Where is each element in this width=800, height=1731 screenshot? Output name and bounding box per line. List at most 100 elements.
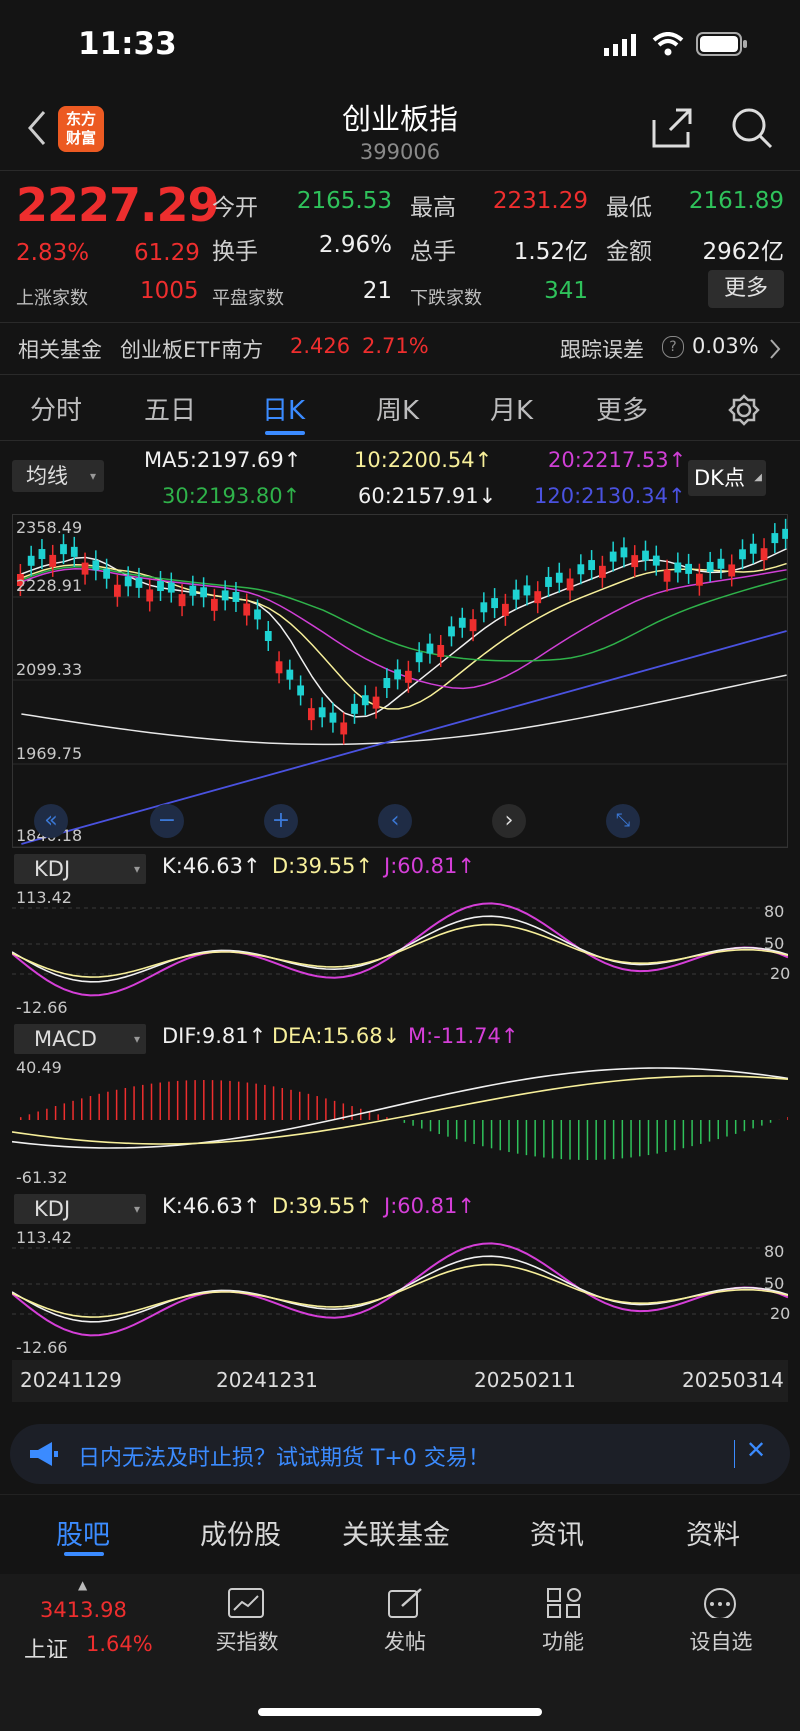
candle-body	[448, 626, 455, 637]
tab-five-day[interactable]: 五日	[144, 390, 196, 427]
grid-icon[interactable]	[546, 1588, 582, 1618]
settings-icon[interactable]	[728, 394, 760, 426]
index-name[interactable]: 上证	[24, 1632, 68, 1664]
candle-body	[555, 572, 563, 583]
candle-body	[491, 598, 498, 609]
expand-arrow-icon[interactable]: ▲	[78, 1578, 87, 1592]
tab-components[interactable]: 成份股	[200, 1513, 281, 1552]
indicator-selector-kdj-2[interactable]: KDJ ▾	[14, 1194, 146, 1224]
axis-price-1: 2358.49	[16, 518, 83, 537]
candle-body	[566, 578, 574, 591]
candle-body	[426, 643, 434, 654]
candlestick-chart[interactable]	[12, 514, 788, 848]
ma5-value: MA5:2197.69↑	[144, 448, 302, 472]
candle-body	[394, 669, 401, 680]
fund-price: 2.426	[290, 334, 351, 358]
ma120-value: 120:2130.34↑	[534, 484, 686, 508]
more-dots-icon[interactable]	[702, 1588, 738, 1618]
buy-index-icon[interactable]	[228, 1588, 264, 1618]
search-icon[interactable]	[730, 106, 774, 150]
tab-related-funds[interactable]: 关联基金	[342, 1513, 450, 1552]
candle-body	[27, 555, 35, 566]
index-pct[interactable]: 1.64%	[86, 1632, 153, 1656]
divider	[0, 440, 800, 441]
home-indicator	[258, 1708, 542, 1716]
candle-body	[415, 652, 423, 663]
candle-body	[38, 549, 46, 560]
candle-body	[264, 630, 272, 641]
high-value: 2231.29	[492, 188, 588, 214]
candle-body	[178, 594, 186, 607]
candle-body	[254, 609, 261, 620]
zoom-in-icon[interactable]: +	[264, 804, 298, 838]
tab-weekly-k[interactable]: 周K	[376, 390, 419, 427]
index-value[interactable]: 3413.98	[40, 1598, 127, 1622]
ad-text[interactable]: 日内无法及时止损？试试期货 T+0 交易！	[78, 1440, 490, 1472]
date-axis	[12, 1360, 788, 1402]
compose-icon[interactable]	[388, 1588, 424, 1618]
candle-body	[92, 560, 100, 571]
divider	[734, 1440, 735, 1468]
date-label-3: 20250211	[474, 1368, 576, 1392]
chevron-right-icon[interactable]	[768, 338, 782, 360]
tab-guba[interactable]: 股吧	[56, 1513, 110, 1552]
help-icon[interactable]: ?	[662, 336, 684, 358]
candle-body	[512, 589, 520, 600]
zoom-out-icon[interactable]: −	[150, 804, 184, 838]
kdj-j: J:60.81↑	[384, 854, 475, 878]
track-error-label: 跟踪误差	[560, 338, 644, 362]
kdj-50: 50	[764, 934, 785, 953]
nav-buy-index[interactable]: 买指数	[202, 1626, 292, 1656]
macd-chart	[12, 1067, 788, 1160]
tab-profile[interactable]: 资料	[686, 1513, 740, 1552]
nav-add-watchlist[interactable]: 设自选	[676, 1626, 766, 1656]
tab-daily-k[interactable]: 日K	[262, 390, 305, 427]
candle-body	[728, 564, 736, 577]
nav-post[interactable]: 发帖	[360, 1626, 450, 1656]
kdj2-k: K:46.63↑	[162, 1194, 261, 1218]
tab-more[interactable]: 更多	[596, 390, 648, 427]
tab-news[interactable]: 资讯	[530, 1513, 584, 1552]
volume-label: 总手	[410, 239, 456, 265]
ma-selector[interactable]: 均线 ▾	[12, 460, 104, 492]
tab-intraday[interactable]: 分时	[30, 390, 82, 427]
kdj-d: D:39.55↑	[272, 854, 373, 878]
candle-body	[458, 617, 466, 628]
flat-count-label: 平盘家数	[212, 288, 284, 309]
candle-body	[60, 544, 67, 555]
nav-functions[interactable]: 功能	[518, 1626, 608, 1656]
candle-body	[760, 548, 768, 561]
macd-dif: DIF:9.81↑	[162, 1024, 267, 1048]
divider	[0, 170, 800, 171]
kdj2-j: J:60.81↑	[384, 1194, 475, 1218]
indicator-selector-kdj[interactable]: KDJ ▾	[14, 854, 146, 884]
kdj-bottom: -12.66	[16, 998, 68, 1017]
kdj2-80: 80	[764, 1242, 785, 1261]
fund-name[interactable]: 创业板ETF南方	[120, 334, 263, 364]
candle-body	[361, 695, 369, 706]
tab-monthly-k[interactable]: 月K	[490, 390, 533, 427]
candle-body	[221, 590, 229, 601]
fullscreen-icon[interactable]: ⤡	[606, 804, 640, 838]
candle-body	[749, 543, 757, 554]
axis-price-2: 2228.91	[16, 576, 83, 595]
candle-body	[232, 591, 240, 602]
indicator-selector-macd[interactable]: MACD ▾	[14, 1024, 146, 1054]
fund-label: 相关基金	[18, 338, 102, 362]
share-icon[interactable]	[650, 106, 694, 150]
scroll-left-icon[interactable]: ‹	[378, 804, 412, 838]
candle-body	[275, 661, 283, 674]
scroll-right-icon[interactable]: ›	[492, 804, 526, 838]
dk-point-button[interactable]: DK点 ◢	[688, 460, 766, 496]
wifi-icon	[652, 32, 684, 56]
more-button[interactable]: 更多	[708, 270, 784, 308]
macd-dea: DEA:15.68↓	[272, 1024, 401, 1048]
close-icon[interactable]: ✕	[746, 1436, 766, 1464]
candle-body	[383, 678, 391, 689]
ma60-value: 60:2157.91↓	[358, 484, 497, 508]
battery-icon	[696, 32, 747, 56]
candle-body	[642, 550, 649, 561]
ma10-value: 10:2200.54↑	[354, 448, 493, 472]
axis-price-4: 1969.75	[16, 744, 83, 763]
scroll-left-fast-icon[interactable]: «	[34, 804, 68, 838]
